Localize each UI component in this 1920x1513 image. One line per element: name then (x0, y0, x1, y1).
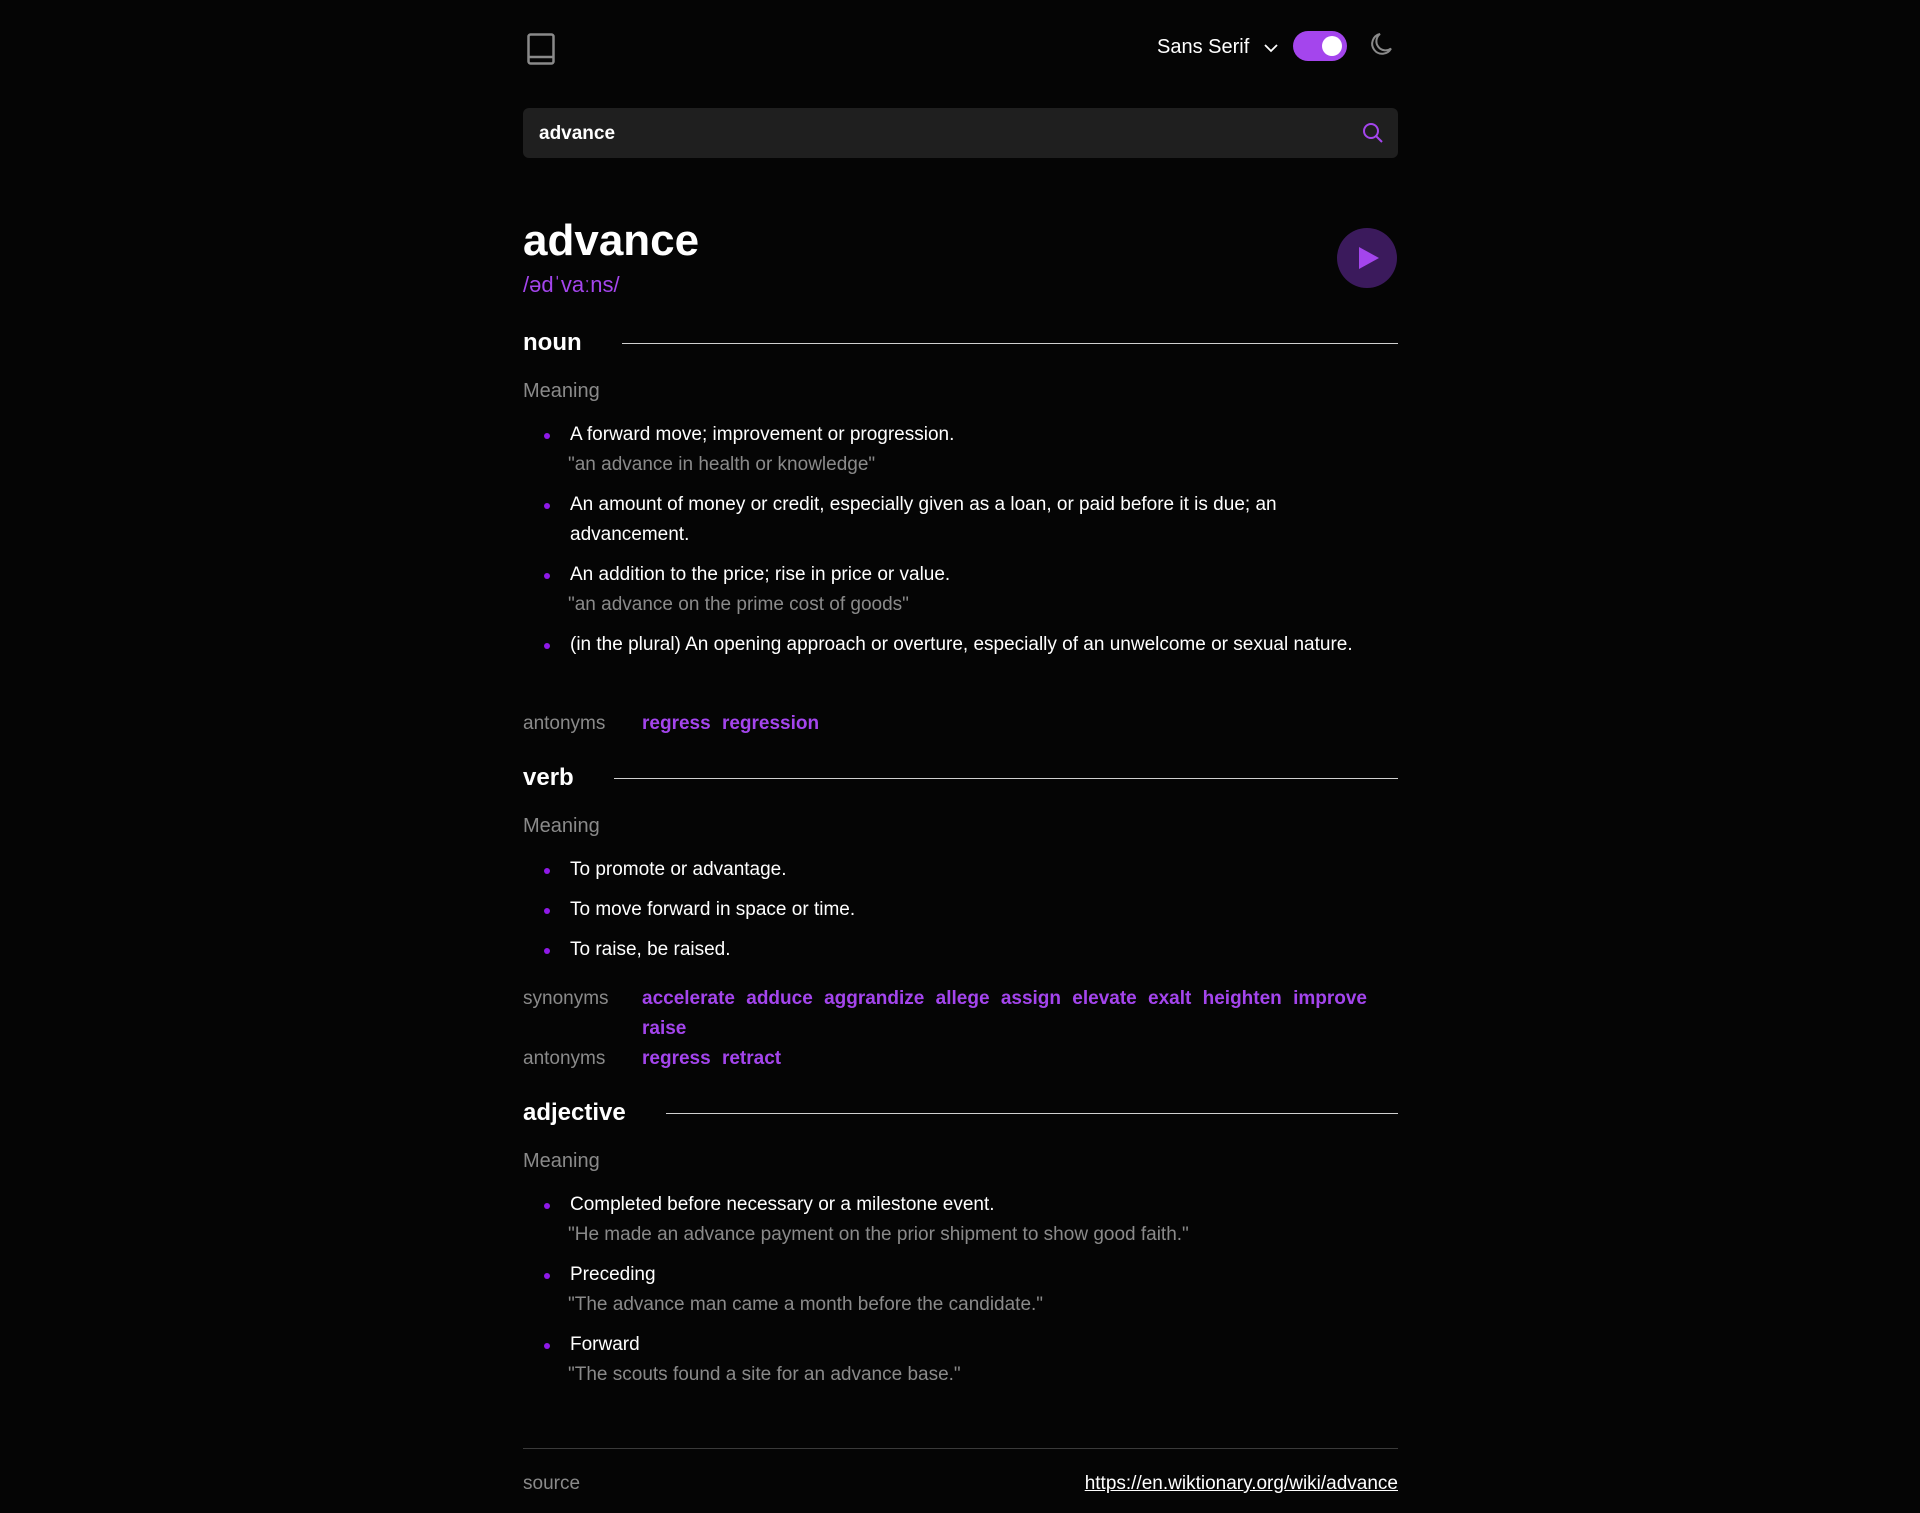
synonyms-label: synonyms (523, 988, 609, 1009)
phonetic-text: /ədˈvaːns/ (523, 272, 620, 297)
footer-divider (523, 1448, 1398, 1449)
definition-text: To raise, be raised. (570, 939, 731, 960)
definition-item: (in the plural) An opening approach or o… (544, 630, 1360, 660)
synonym-link[interactable]: assign (1001, 988, 1061, 1009)
definition-item: An addition to the price; rise in price … (544, 560, 1360, 620)
meaning-label: Meaning (523, 815, 600, 837)
definition-item: To move forward in space or time. (544, 895, 1360, 925)
search-bar (523, 108, 1398, 160)
font-selector-label: Sans Serif (1157, 36, 1250, 58)
antonym-link[interactable]: retract (722, 1048, 781, 1069)
divider (523, 343, 1398, 344)
synonym-link[interactable]: exalt (1148, 988, 1191, 1009)
definition-item: To raise, be raised. (544, 935, 1360, 965)
definition-example: "He made an advance payment on the prior… (568, 1224, 1189, 1245)
play-audio-button[interactable] (1337, 228, 1397, 288)
definition-item: To promote or advantage. (544, 855, 1360, 885)
synonym-link[interactable]: heighten (1203, 988, 1282, 1009)
font-selector[interactable]: Sans Serif (1157, 36, 1279, 59)
definition-item: Preceding "The advance man came a month … (544, 1260, 1360, 1320)
theme-toggle[interactable] (1293, 31, 1347, 61)
book-icon[interactable] (527, 33, 555, 65)
source-link[interactable]: https://en.wiktionary.org/wiki/advance (1085, 1473, 1398, 1495)
definition-example: "an advance in health or knowledge" (568, 454, 876, 475)
antonyms-list: regress retract (642, 1044, 1382, 1074)
search-input[interactable] (537, 108, 1341, 160)
definition-item: Completed before necessary or a mileston… (544, 1190, 1360, 1250)
meaning-label: Meaning (523, 380, 600, 402)
definition-text: An amount of money or credit, especially… (570, 494, 1277, 545)
synonyms-list: accelerate adduce aggrandize allege assi… (642, 984, 1382, 1044)
definition-item: Forward "The scouts found a site for an … (544, 1330, 1360, 1390)
part-of-speech: verb (523, 763, 614, 793)
antonyms-label: antonyms (523, 713, 606, 734)
meaning-section-verb: verb Meaning To promote or advantage. To… (523, 763, 1398, 1069)
synonym-link[interactable]: raise (642, 1018, 686, 1039)
part-of-speech: noun (523, 328, 622, 358)
definition-text: Forward (570, 1334, 640, 1355)
synonym-link[interactable]: accelerate (642, 988, 735, 1009)
definition-text: A forward move; improvement or progressi… (570, 424, 955, 445)
play-icon (1359, 247, 1379, 269)
app-header: Sans Serif (523, 0, 1398, 100)
definition-example: "The advance man came a month before the… (568, 1294, 1044, 1315)
definition-example: "an advance on the prime cost of goods" (568, 594, 909, 615)
antonyms-list: regress regression (642, 709, 1382, 739)
chevron-down-icon (1264, 43, 1278, 52)
meaning-section-noun: noun Meaning A forward move; improvement… (523, 328, 1398, 734)
part-of-speech: adjective (523, 1098, 666, 1128)
word-title: advance (523, 216, 700, 265)
part-of-speech-row: noun (523, 328, 1398, 358)
antonym-link[interactable]: regress (642, 713, 711, 734)
dictionary-page: Sans Serif advance /ədˈvaːns/ noun (523, 0, 1398, 1494)
source-label: source (523, 1473, 581, 1494)
definition-text: To promote or advantage. (570, 859, 787, 880)
meaning-section-adjective: adjective Meaning Completed before neces… (523, 1098, 1398, 1385)
definition-text: Preceding (570, 1264, 656, 1285)
part-of-speech-row: adjective (523, 1098, 1398, 1128)
definition-text: To move forward in space or time. (570, 899, 856, 920)
moon-icon[interactable] (1369, 30, 1397, 58)
toggle-knob (1322, 36, 1342, 56)
antonyms-label: antonyms (523, 1048, 606, 1069)
synonym-link[interactable]: elevate (1072, 988, 1136, 1009)
definition-text: An addition to the price; rise in price … (570, 564, 951, 585)
synonym-link[interactable]: aggrandize (824, 988, 924, 1009)
antonym-link[interactable]: regress (642, 1048, 711, 1069)
definition-example: "The scouts found a site for an advance … (568, 1364, 961, 1385)
definition-item: A forward move; improvement or progressi… (544, 420, 1360, 480)
part-of-speech-row: verb (523, 763, 1398, 793)
definition-text: Completed before necessary or a mileston… (570, 1194, 995, 1215)
meaning-label: Meaning (523, 1150, 600, 1172)
divider (523, 778, 1398, 779)
synonym-link[interactable]: adduce (746, 988, 813, 1009)
search-icon[interactable] (1362, 122, 1384, 144)
synonym-link[interactable]: improve (1293, 988, 1367, 1009)
synonym-link[interactable]: allege (936, 988, 990, 1009)
antonym-link[interactable]: regression (722, 713, 819, 734)
definition-item: An amount of money or credit, especially… (544, 490, 1360, 550)
definition-text: (in the plural) An opening approach or o… (570, 634, 1353, 655)
